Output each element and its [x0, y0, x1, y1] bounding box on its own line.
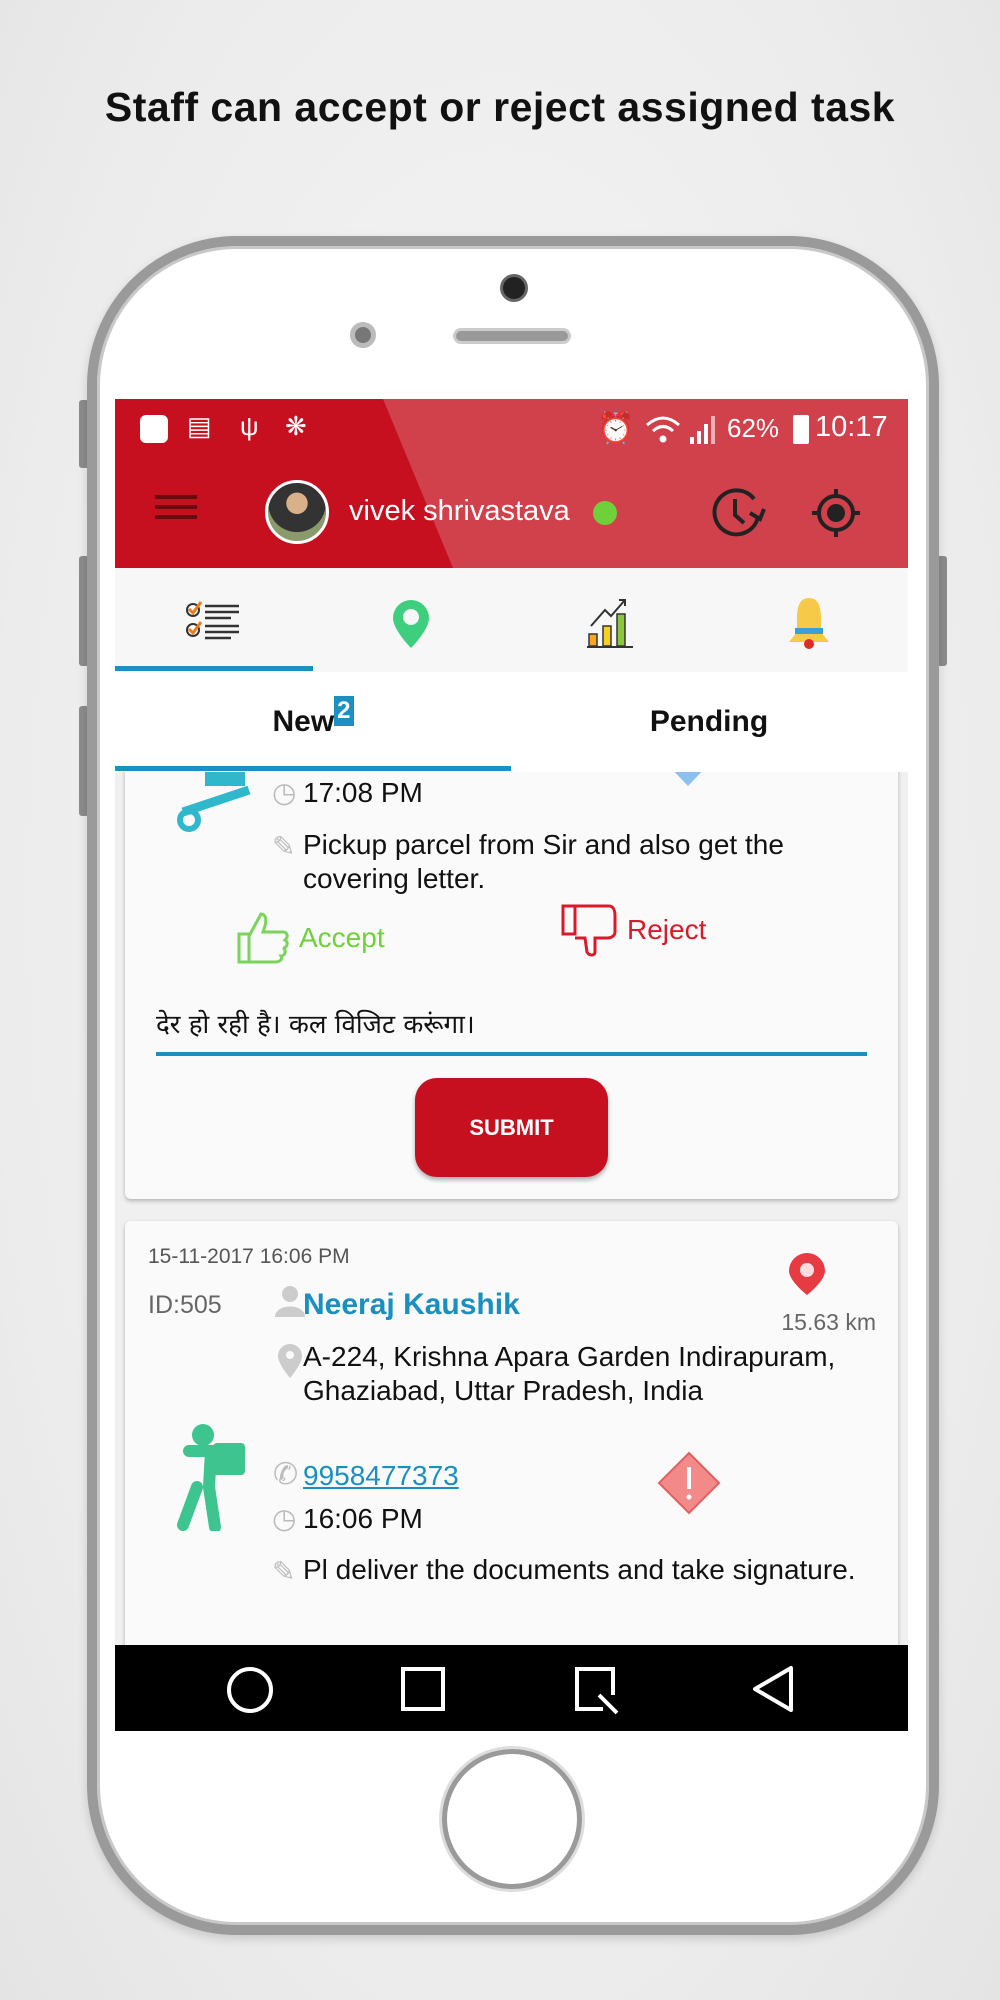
- menu-icon[interactable]: [155, 495, 197, 519]
- android-debug-icon: ❋: [285, 411, 307, 441]
- nav-recent-search-icon[interactable]: [573, 1665, 627, 1717]
- speaker: [453, 328, 571, 344]
- signal-icon: [690, 416, 715, 444]
- app-screen: ▤ ψ ❋ ⏰ 62% 10:17 vivek shrivastava New 2…: [115, 399, 908, 1731]
- history-icon[interactable]: [710, 487, 766, 539]
- tab-tasks[interactable]: [115, 568, 313, 672]
- nav-home-icon[interactable]: [227, 1667, 273, 1713]
- user-name: vivek shrivastava: [349, 495, 570, 527]
- phone-icon: ✆: [273, 1458, 299, 1491]
- reject-label: Reject: [627, 914, 707, 945]
- avatar[interactable]: [265, 480, 329, 544]
- bell-icon: [789, 598, 829, 649]
- tab-pending[interactable]: Pending: [511, 672, 907, 772]
- accept-button[interactable]: Accept: [235, 908, 385, 968]
- wifi-icon: [646, 416, 680, 443]
- message-icon: ▤: [187, 411, 212, 441]
- delivery-man-icon: [177, 1424, 245, 1531]
- growth-chart-icon: [587, 599, 633, 648]
- task-id: ID:505: [148, 1291, 222, 1319]
- tab-new[interactable]: New 2: [115, 672, 511, 772]
- tab-new-label: New: [272, 705, 335, 738]
- tab-notifications[interactable]: [709, 568, 908, 672]
- android-nav-bar: [115, 1645, 908, 1731]
- task-list[interactable]: ◷ 17:08 PM ✎ Pickup parcel from Sir and …: [115, 772, 908, 1645]
- clock-icon: ◷: [272, 777, 297, 808]
- note-icon: ✎: [272, 831, 296, 862]
- task-time: 16:06 PM: [303, 1503, 423, 1534]
- new-count-badge: 2: [334, 696, 354, 726]
- warning-icon: [657, 1451, 721, 1515]
- tab-reports[interactable]: [511, 568, 709, 672]
- nav-overview-icon[interactable]: [401, 1667, 445, 1711]
- battery-percent: 62%: [727, 413, 780, 443]
- gps-target-icon[interactable]: [810, 487, 862, 539]
- clock-icon: ◷: [272, 1503, 297, 1534]
- task-time: 17:08 PM: [303, 777, 423, 808]
- remark-input[interactable]: देर हो रही है। कल विजिट करूंगा।: [156, 1008, 867, 1056]
- front-camera: [500, 274, 528, 302]
- note-icon: ✎: [272, 1556, 296, 1587]
- usb-icon: ψ: [240, 411, 259, 441]
- customer-address: A-224, Krishna Apara Garden Indirapuram,…: [303, 1341, 836, 1406]
- person-icon: [275, 1286, 305, 1317]
- address-pin-icon: [278, 1344, 302, 1378]
- online-status-dot: [593, 501, 617, 525]
- priority-diamond-icon: [674, 772, 702, 786]
- submit-button[interactable]: SUBMIT: [415, 1078, 608, 1177]
- location-pin-icon[interactable]: [787, 1251, 827, 1297]
- home-button[interactable]: [442, 1749, 582, 1889]
- caption: Staff can accept or reject assigned task: [104, 84, 896, 130]
- task-note: Pl deliver the documents and take signat…: [303, 1554, 856, 1585]
- thumbs-up-icon: [237, 912, 289, 964]
- thumbs-down-icon: [561, 904, 617, 957]
- customer-phone-link[interactable]: 9958477373: [303, 1459, 459, 1493]
- task-card: ◷ 17:08 PM ✎ Pickup parcel from Sir and …: [125, 772, 898, 1199]
- sub-tab-active-indicator: [115, 766, 511, 771]
- nav-back-icon[interactable]: [751, 1665, 797, 1713]
- notification-icon: [140, 415, 168, 443]
- task-datetime: 15-11-2017 16:06 PM: [148, 1245, 350, 1268]
- tab-map[interactable]: [313, 568, 511, 672]
- map-pin-icon: [393, 600, 429, 648]
- status-time: 10:17: [815, 411, 888, 443]
- trolley-icon: [177, 772, 251, 832]
- reject-button[interactable]: Reject: [561, 900, 706, 960]
- distance: 15.63 km: [781, 1309, 876, 1335]
- tab-active-indicator: [115, 666, 313, 671]
- sensor: [350, 322, 376, 348]
- battery-icon: [793, 415, 809, 444]
- task-card: 15-11-2017 16:06 PM ID:505 Neeraj Kaushi…: [125, 1221, 898, 1645]
- task-list-icon: [186, 601, 239, 640]
- remark-value: देर हो रही है। कल विजिट करूंगा।: [156, 1010, 475, 1040]
- alarm-icon: ⏰: [597, 412, 635, 445]
- accept-label: Accept: [299, 922, 385, 953]
- task-note: Pickup parcel from Sir and also get the …: [303, 829, 784, 894]
- customer-name: Neeraj Kaushik: [303, 1288, 520, 1321]
